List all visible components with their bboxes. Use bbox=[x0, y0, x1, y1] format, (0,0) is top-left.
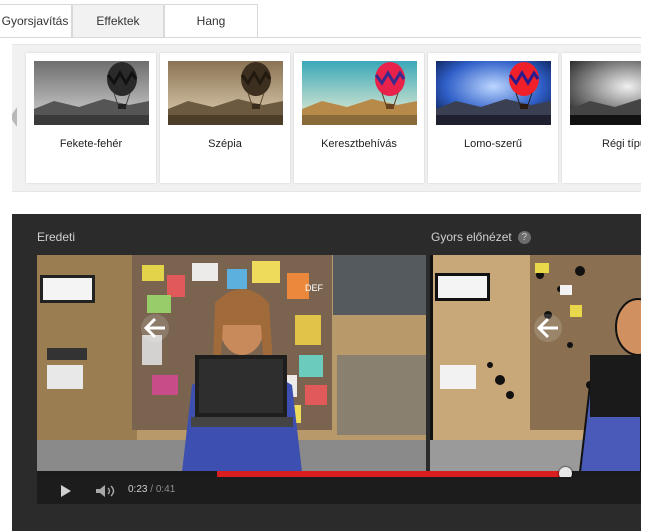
tab-label: Gyorsjavítás bbox=[1, 14, 69, 28]
effect-thumbnail bbox=[436, 61, 551, 125]
current-time: 0:23 bbox=[128, 484, 148, 495]
total-time: 0:41 bbox=[155, 484, 176, 495]
effect-card-lomo[interactable]: Lomo-szerű bbox=[428, 53, 558, 183]
effect-card-black-white[interactable]: Fekete-fehér bbox=[26, 53, 156, 183]
player-controls: 0:23 / 0:41 bbox=[37, 477, 641, 504]
chevron-left-icon[interactable] bbox=[12, 107, 17, 127]
volume-icon[interactable] bbox=[95, 484, 117, 498]
help-icon[interactable]: ? bbox=[517, 231, 531, 245]
effect-label: Lomo-szerű bbox=[463, 138, 523, 150]
time-separator: / bbox=[147, 484, 156, 495]
effect-thumbnail bbox=[302, 61, 417, 125]
preview-header: Gyors előnézet? bbox=[431, 230, 531, 245]
effect-card-vintage[interactable]: Régi típu bbox=[562, 53, 641, 183]
effect-thumbnail bbox=[168, 61, 283, 125]
effect-card-cross-process[interactable]: Keresztbehívás bbox=[294, 53, 424, 183]
tab-label: Hang bbox=[196, 14, 226, 28]
effects-strip: Fekete-fehér Szépia Keresztbehívás Lomo-… bbox=[12, 44, 641, 192]
tab-effektek[interactable]: Effektek bbox=[72, 4, 164, 38]
tab-label: Effektek bbox=[96, 14, 140, 28]
play-icon[interactable] bbox=[60, 484, 72, 498]
preview-label: Gyors előnézet bbox=[431, 230, 512, 244]
original-video[interactable]: DEF TAILOR bbox=[37, 255, 426, 472]
effect-label: Szépia bbox=[208, 138, 242, 150]
effect-thumbnail bbox=[570, 61, 641, 125]
effect-label: Fekete-fehér bbox=[59, 138, 123, 150]
tab-divider bbox=[0, 37, 641, 38]
video-player: Eredeti Gyors előnézet? DEF 0:23 / 0:41 bbox=[12, 214, 641, 531]
time-display: 0:23 / 0:41 bbox=[128, 484, 175, 495]
svg-text:DEF: DEF bbox=[305, 283, 324, 293]
effect-label: Keresztbehívás bbox=[321, 138, 397, 150]
effect-card-sepia[interactable]: Szépia bbox=[160, 53, 290, 183]
effect-label: Régi típu bbox=[602, 138, 641, 150]
tab-bar: Gyorsjavítás Effektek Hang bbox=[0, 0, 641, 38]
tab-gyorsjavitas[interactable]: Gyorsjavítás bbox=[0, 4, 72, 37]
preview-video[interactable] bbox=[430, 255, 641, 472]
tab-hang[interactable]: Hang bbox=[164, 4, 258, 37]
original-label: Eredeti bbox=[37, 230, 76, 244]
effect-thumbnail bbox=[34, 61, 149, 125]
